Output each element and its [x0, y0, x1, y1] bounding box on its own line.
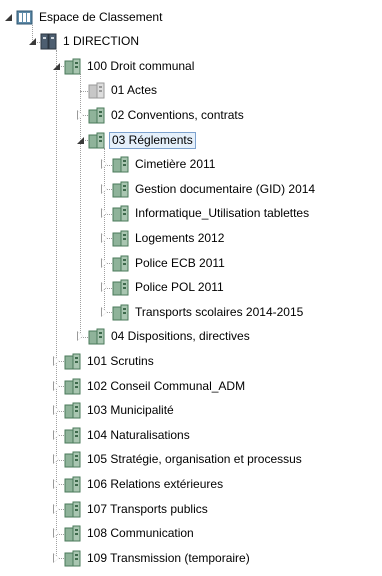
tree-item-label: Gestion documentaire (GID) 2014 [135, 181, 316, 196]
tree-item-informatique[interactable]: Informatique_Utilisation tablettes [100, 204, 311, 224]
tree-item-label: Police POL 2011 [135, 280, 224, 295]
tree-item-label: Informatique_Utilisation tablettes [135, 206, 310, 221]
tree-item-01-actes[interactable]: 01 Actes [76, 81, 159, 101]
tree-item-label: 1 DIRECTION [63, 34, 140, 49]
collapse-arrow-icon[interactable] [76, 136, 85, 145]
tree-item-04-dispositions[interactable]: 04 Dispositions, directives [76, 327, 252, 347]
expand-arrow-icon[interactable] [100, 159, 109, 170]
tree-item-police-ecb[interactable]: Police ECB 2011 [100, 253, 227, 273]
tree-item-label: 107 Transports publics [87, 501, 208, 516]
expand-arrow-icon[interactable] [52, 552, 61, 563]
folder-grey-icon [88, 82, 105, 99]
expand-arrow-icon[interactable] [100, 282, 109, 293]
folder-icon [88, 328, 105, 345]
tree-item-106[interactable]: 106 Relations extérieures [52, 474, 225, 494]
tree-item-label: 104 Naturalisations [87, 427, 190, 442]
expand-arrow-icon[interactable] [52, 380, 61, 391]
tree-item-02-conventions[interactable]: 02 Conventions, contrats [76, 105, 246, 125]
folder-icon [112, 205, 129, 222]
folder-icon [88, 107, 105, 124]
expand-arrow-icon[interactable] [52, 355, 61, 366]
tree-item-logements[interactable]: Logements 2012 [100, 228, 226, 248]
tree-item-label: 102 Conseil Communal_ADM [87, 378, 246, 393]
expand-arrow-icon[interactable] [76, 109, 85, 120]
expand-arrow-icon[interactable] [52, 405, 61, 416]
tree-item-label: Cimetière 2011 [135, 157, 216, 172]
tree-item-03-reglements[interactable]: 03 Réglements [76, 130, 196, 150]
tree-item-label: 108 Communication [87, 526, 194, 541]
tree-item-label: 103 Municipalité [87, 403, 174, 418]
tree-item-label: Transports scolaires 2014-2015 [135, 304, 304, 319]
collapse-arrow-icon[interactable] [28, 37, 37, 46]
root-icon [16, 9, 33, 26]
expand-arrow-icon[interactable] [100, 257, 109, 268]
tree-item-label: Logements 2012 [135, 230, 225, 245]
folder-icon [112, 156, 129, 173]
tree-item-label: 03 Réglements [109, 131, 196, 149]
folder-icon [64, 550, 81, 567]
expand-arrow-icon[interactable] [52, 503, 61, 514]
folder-icon [64, 58, 81, 75]
tree-item-label: 100 Droit communal [87, 58, 195, 73]
tree-item-105[interactable]: 105 Stratégie, organisation et processus [52, 450, 304, 470]
expand-arrow-icon[interactable] [52, 478, 61, 489]
expand-arrow-icon[interactable] [76, 331, 85, 342]
tree-item-label: 02 Conventions, contrats [111, 107, 244, 122]
tree-item-police-pol[interactable]: Police POL 2011 [100, 278, 226, 298]
folder-icon [88, 132, 105, 149]
expand-arrow-icon[interactable] [100, 306, 109, 317]
tree-item-104[interactable]: 104 Naturalisations [52, 425, 192, 445]
tree-item-107[interactable]: 107 Transports publics [52, 499, 210, 519]
tree-item-gestion-documentaire[interactable]: Gestion documentaire (GID) 2014 [100, 179, 317, 199]
tree-item-label: 105 Stratégie, organisation et processus [87, 452, 302, 467]
classification-tree: Espace de Classement 1 DIRECTION 100 Droit… [0, 0, 382, 576]
folder-icon [112, 304, 129, 321]
tree-item-103[interactable]: 103 Municipalité [52, 401, 176, 421]
expand-arrow-icon[interactable] [100, 183, 109, 194]
tree-item-label: 101 Scrutins [87, 353, 154, 368]
tree-item-102[interactable]: 102 Conseil Communal_ADM [52, 376, 247, 396]
expand-arrow-icon[interactable] [52, 528, 61, 539]
tree-item-cimetiere[interactable]: Cimetière 2011 [100, 155, 217, 175]
folder-icon [112, 255, 129, 272]
expand-arrow-icon[interactable] [52, 454, 61, 465]
folder-icon [64, 525, 81, 542]
tree-item-100[interactable]: 100 Droit communal [52, 56, 196, 76]
tree-item-transports-scolaires[interactable]: Transports scolaires 2014-2015 [100, 302, 305, 322]
tree-item-101[interactable]: 101 Scrutins [52, 351, 156, 371]
folder-icon [64, 451, 81, 468]
folder-icon [64, 378, 81, 395]
folder-icon [64, 402, 81, 419]
tree-item-label: Espace de Classement [39, 9, 163, 24]
tree-item-label: 109 Transmission (temporaire) [87, 550, 250, 565]
tree-item-label: 01 Actes [111, 83, 158, 98]
collapse-arrow-icon[interactable] [4, 13, 13, 22]
tree-item-109[interactable]: 109 Transmission (temporaire) [52, 548, 252, 568]
folder-icon [112, 181, 129, 198]
tree-item-label: Police ECB 2011 [135, 255, 225, 270]
tree-item-espace-de-classement[interactable]: Espace de Classement [4, 7, 164, 27]
collapse-arrow-icon[interactable] [52, 62, 61, 71]
tree-item-1-direction[interactable]: 1 DIRECTION [28, 32, 141, 52]
expand-arrow-icon[interactable] [100, 232, 109, 243]
folder-icon [112, 230, 129, 247]
binder-icon [40, 33, 57, 50]
folder-icon [112, 279, 129, 296]
folder-icon [64, 501, 81, 518]
tree-item-108[interactable]: 108 Communication [52, 524, 196, 544]
expand-arrow-icon[interactable] [100, 208, 109, 219]
folder-icon [64, 427, 81, 444]
tree-item-label: 04 Dispositions, directives [111, 329, 250, 344]
folder-icon [64, 476, 81, 493]
expand-arrow-icon[interactable] [52, 429, 61, 440]
tree-item-label: 106 Relations extérieures [87, 476, 224, 491]
folder-icon [64, 353, 81, 370]
